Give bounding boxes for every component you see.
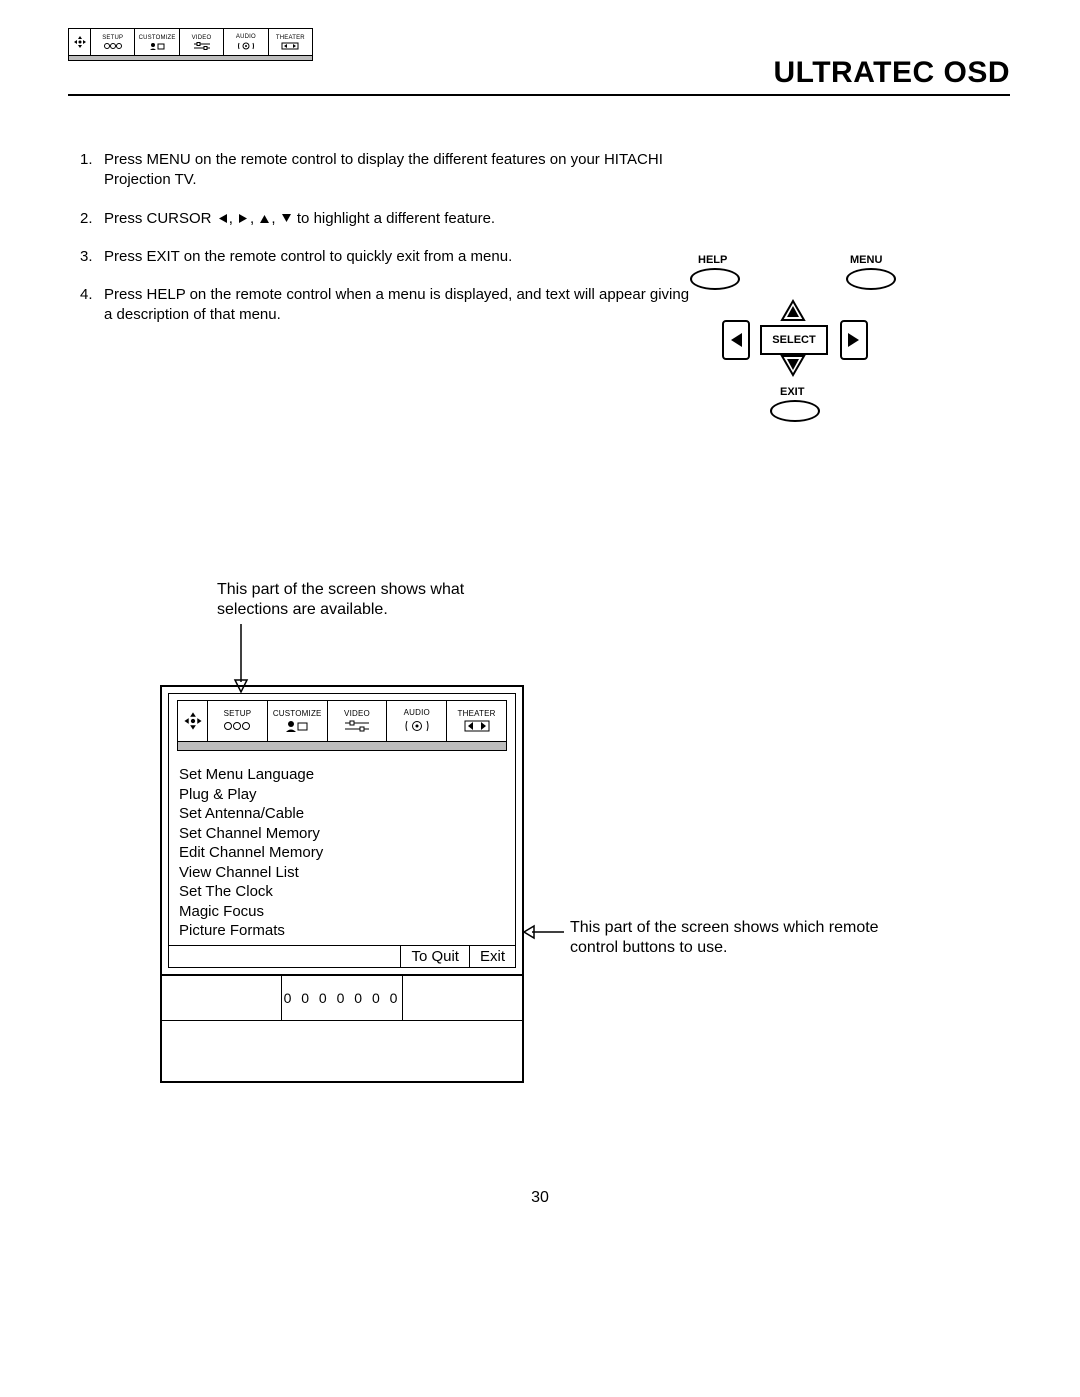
annotation-arrow-down <box>231 624 251 694</box>
osd-tab-label: AUDIO <box>404 709 430 717</box>
menu-item: Set The Clock <box>179 882 505 902</box>
step-text-part: Press CURSOR <box>104 210 216 227</box>
step-number: 4. <box>80 285 104 326</box>
osd-tab-setup: SETUP <box>208 701 268 741</box>
menu-button-icon <box>846 268 896 290</box>
dpad-up-icon <box>780 298 806 322</box>
title-rule <box>68 94 1010 96</box>
remote-menu-label: MENU <box>850 254 882 266</box>
quit-label: To Quit <box>400 946 469 967</box>
tv-screen-diagram: SETUP CUSTOMIZE VIDEO AUDIO <box>160 685 524 1083</box>
audio-icon <box>236 41 256 50</box>
osd-tab-label: THEATER <box>458 710 496 718</box>
osd-tab-label: AUDIO <box>236 34 256 40</box>
theater-icon <box>281 42 299 50</box>
menu-item: Edit Channel Memory <box>179 843 505 863</box>
tv-speaker-center: 0 0 0 0 0 0 0 <box>282 976 402 1020</box>
osd-tab-label: CUSTOMIZE <box>139 35 176 41</box>
step-text: Press CURSOR , , , to highlight a differ… <box>104 209 700 229</box>
menu-item: Set Channel Memory <box>179 824 505 844</box>
menu-item: View Channel List <box>179 863 505 883</box>
osd-nav-icon <box>69 29 91 55</box>
step-4: 4. Press HELP on the remote control when… <box>80 285 700 326</box>
header-osd-strip: SETUP CUSTOMIZE VIDEO AUDIO <box>68 28 313 64</box>
annotation-remote-buttons: This part of the screen shows which remo… <box>570 918 900 958</box>
step-text: Press HELP on the remote control when a … <box>104 285 700 326</box>
step-1: 1. Press MENU on the remote control to d… <box>80 150 700 191</box>
page-number: 30 <box>0 1189 1080 1207</box>
manual-page: SETUP CUSTOMIZE VIDEO AUDIO <box>0 0 1080 1397</box>
quit-row: To Quit Exit <box>169 945 515 967</box>
cursor-down-icon <box>281 213 292 224</box>
dpad-right-icon <box>840 320 868 360</box>
osd-tab-label: VIDEO <box>192 35 212 41</box>
person-icon <box>284 720 310 732</box>
annotation-arrow-left <box>522 922 566 942</box>
menu-item: Picture Formats <box>179 921 505 941</box>
person-icon <box>148 42 166 50</box>
dpad-icon <box>73 35 87 49</box>
step-number: 3. <box>80 247 104 267</box>
remote-exit-label: EXIT <box>780 386 804 398</box>
cursor-right-icon <box>238 213 249 224</box>
step-text: Press EXIT on the remote control to quic… <box>104 247 700 267</box>
osd-tab-theater: THEATER <box>269 29 312 55</box>
menu-item: Magic Focus <box>179 902 505 922</box>
audio-icon <box>403 719 431 733</box>
help-button-icon <box>690 268 740 290</box>
osd-tab-video: VIDEO <box>328 701 388 741</box>
menu-item: Set Antenna/Cable <box>179 804 505 824</box>
page-title: ULTRATEC OSD <box>773 56 1010 90</box>
dpad-down-icon <box>780 354 806 378</box>
speaker-pattern: 0 0 0 0 0 0 0 <box>284 990 401 1006</box>
tv-speaker-right <box>403 976 522 1020</box>
setup-menu-list: Set Menu Language Plug & Play Set Antenn… <box>179 765 505 941</box>
step-text: Press MENU on the remote control to disp… <box>104 150 700 191</box>
step-number: 1. <box>80 150 104 191</box>
cursor-up-icon <box>259 213 270 224</box>
osd-tab-theater: THEATER <box>447 701 506 741</box>
sliders-icon <box>193 42 211 50</box>
osd-tab-customize: CUSTOMIZE <box>268 701 328 741</box>
menu-item: Plug & Play <box>179 785 505 805</box>
annotation-selections: This part of the screen shows what selec… <box>217 580 477 620</box>
remote-help-label: HELP <box>698 254 727 266</box>
knobs-icon <box>223 720 251 732</box>
osd-tab-label: THEATER <box>276 35 305 41</box>
step-3: 3. Press EXIT on the remote control to q… <box>80 247 700 267</box>
menu-item: Set Menu Language <box>179 765 505 785</box>
osd-nav-icon <box>178 701 208 741</box>
theater-icon <box>464 720 490 732</box>
osd-tab-label: CUSTOMIZE <box>273 710 322 718</box>
exit-button-icon <box>770 400 820 422</box>
step-number: 2. <box>80 209 104 229</box>
step-text-part: to highlight a different feature. <box>293 210 495 227</box>
osd-tab-setup: SETUP <box>91 29 135 55</box>
osd-tab-label: VIDEO <box>344 710 370 718</box>
cursor-left-icon <box>217 213 228 224</box>
osd-tab-audio: AUDIO <box>224 29 268 55</box>
exit-label: Exit <box>469 946 515 967</box>
tv-speaker-left <box>162 976 282 1020</box>
tv-base: 0 0 0 0 0 0 0 <box>162 974 522 1067</box>
remote-select-button: SELECT <box>760 325 828 355</box>
instruction-steps: 1. Press MENU on the remote control to d… <box>80 150 700 344</box>
tv-osd-strip: SETUP CUSTOMIZE VIDEO AUDIO <box>177 700 507 751</box>
dpad-left-icon <box>722 320 750 360</box>
remote-diagram: HELP MENU SELECT EXIT <box>700 250 900 440</box>
osd-tab-label: SETUP <box>224 710 252 718</box>
osd-tab-label: SETUP <box>102 35 123 41</box>
sliders-icon <box>344 720 370 732</box>
step-2: 2. Press CURSOR , , , to highlight a dif… <box>80 209 700 229</box>
remote-select-label: SELECT <box>772 334 815 346</box>
knobs-icon <box>103 42 123 50</box>
osd-tab-video: VIDEO <box>180 29 224 55</box>
osd-tab-customize: CUSTOMIZE <box>135 29 179 55</box>
osd-tab-audio: AUDIO <box>387 701 447 741</box>
dpad-icon <box>183 711 203 731</box>
